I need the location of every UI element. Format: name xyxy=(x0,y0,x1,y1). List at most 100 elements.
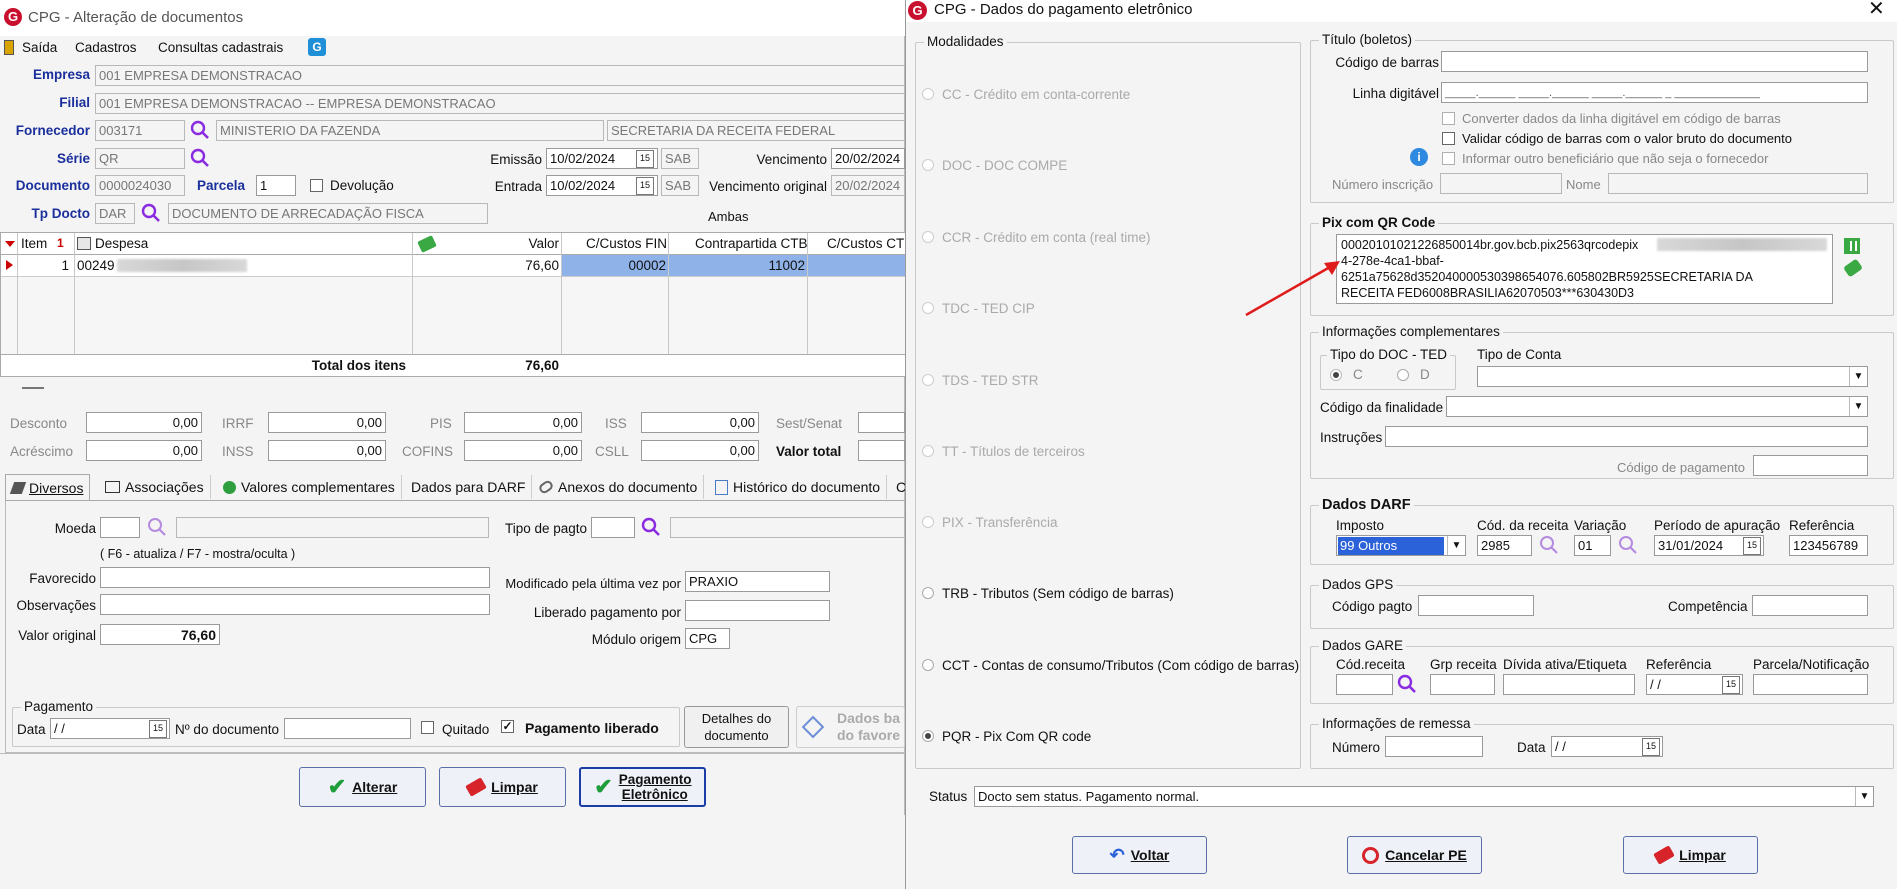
numero-inscricao-field[interactable] xyxy=(1440,173,1562,194)
help-icon[interactable]: G xyxy=(308,38,326,56)
filial-field[interactable]: 001 EMPRESA DEMONSTRACAO -- EMPRESA DEMO… xyxy=(95,93,905,114)
modalidade-radio-2[interactable] xyxy=(922,231,934,243)
modalidade-radio-0[interactable] xyxy=(922,88,934,100)
gare-search-icon[interactable] xyxy=(1396,673,1418,695)
modalidade-radio-6[interactable] xyxy=(922,516,934,528)
modalidade-radio-5[interactable] xyxy=(922,445,934,457)
grid-row-1[interactable]: 1 00249 76,60 00002 11002 xyxy=(1,255,906,276)
entrada-calendar-icon[interactable]: 15 xyxy=(636,177,654,195)
tipo-pagto-search-icon[interactable] xyxy=(640,516,662,538)
col-cc-ct[interactable]: C/Custos CT xyxy=(827,235,904,253)
menu-saida[interactable]: Saída xyxy=(22,39,57,57)
dados-bancarios-button[interactable]: Dados ba do favore xyxy=(796,706,905,748)
variacao-field[interactable]: 01 xyxy=(1574,535,1611,556)
inss-field[interactable]: 0,00 xyxy=(268,440,386,461)
devolucao-checkbox[interactable] xyxy=(310,179,323,192)
cod-receita-field[interactable]: 2985 xyxy=(1477,535,1532,556)
tipo-conta-dropdown-icon[interactable]: ▼ xyxy=(1849,367,1867,386)
acrescimo-field[interactable]: 0,00 xyxy=(86,440,202,461)
linha-digitavel-field[interactable]: _____.______ _____.______ _____.______ _… xyxy=(1441,82,1868,103)
tab-associacoes[interactable]: Associações xyxy=(99,475,211,499)
valor-original-field[interactable]: 76,60 xyxy=(100,624,220,645)
col-cc-fin[interactable]: C/Custos FIN xyxy=(586,235,667,253)
cancelar-pe-button[interactable]: Cancelar PE xyxy=(1347,836,1482,874)
gare-cod-receita-field[interactable] xyxy=(1336,674,1393,695)
converter-checkbox[interactable] xyxy=(1442,112,1455,125)
qr-code-icon[interactable] xyxy=(1844,238,1860,254)
serie-field[interactable]: QR xyxy=(95,148,185,169)
fornecedor-name2-field[interactable]: SECRETARIA DA RECEITA FEDERAL xyxy=(607,120,905,141)
desconto-field[interactable]: 0,00 xyxy=(86,412,202,433)
tpdocto-code-field[interactable]: DAR xyxy=(95,203,135,224)
finalidade-dropdown-icon[interactable]: ▼ xyxy=(1849,397,1867,416)
documento-field[interactable]: 0000024030 xyxy=(95,175,185,196)
tab-valores[interactable]: Valores complementares xyxy=(217,475,402,499)
irrf-field[interactable]: 0,00 xyxy=(268,412,386,433)
detalhes-button[interactable]: Detalhes do documento xyxy=(684,706,789,748)
gare-referencia-calendar-icon[interactable]: 15 xyxy=(1722,676,1740,694)
modalidade-radio-8[interactable] xyxy=(922,659,934,671)
csll-field[interactable]: 0,00 xyxy=(641,440,759,461)
close-icon[interactable]: ✕ xyxy=(1868,0,1885,19)
fornecedor-search-icon[interactable] xyxy=(189,119,211,141)
tab-diversos[interactable]: Diversos xyxy=(5,474,91,500)
gare-divida-field[interactable] xyxy=(1503,674,1635,695)
modalidade-radio-9[interactable] xyxy=(922,730,934,742)
voltar-button[interactable]: ↶ Voltar xyxy=(1072,836,1207,874)
venc-original-field[interactable]: 20/02/2024 xyxy=(831,175,905,196)
vencimento-field[interactable]: 20/02/2024 xyxy=(831,148,905,169)
imposto-dropdown-icon[interactable]: ▼ xyxy=(1447,536,1465,555)
pag-data-calendar-icon[interactable]: 15 xyxy=(149,720,167,738)
valor-total-field[interactable] xyxy=(858,440,905,461)
modificado-field[interactable]: PRAXIO xyxy=(685,571,830,592)
col-despesa[interactable]: Despesa xyxy=(95,235,148,253)
pix-code-field[interactable]: 00020101021226850014br.gov.bcb.pix2563qr… xyxy=(1336,234,1833,304)
referencia-field[interactable]: 123456789 xyxy=(1789,535,1868,556)
tipo-pagto-field[interactable] xyxy=(591,517,635,538)
radio-c[interactable] xyxy=(1330,369,1342,381)
informar-checkbox[interactable] xyxy=(1442,152,1455,165)
tpdocto-desc-field[interactable]: DOCUMENTO DE ARRECADAÇÃO FISCA xyxy=(168,203,488,224)
pag-liberado-checkbox[interactable]: ✓ xyxy=(501,720,514,733)
limpar-button[interactable]: Limpar xyxy=(439,767,566,807)
cod-receita-search-icon[interactable] xyxy=(1538,534,1560,556)
serie-search-icon[interactable] xyxy=(189,147,211,169)
pagamento-eletronico-button[interactable]: ✔ Pagamento Eletrônico xyxy=(579,767,706,807)
competencia-field[interactable] xyxy=(1752,595,1868,616)
iss-field[interactable]: 0,00 xyxy=(641,412,759,433)
modulo-field[interactable]: CPG xyxy=(685,628,730,649)
quitado-checkbox[interactable] xyxy=(421,721,434,734)
periodo-calendar-icon[interactable]: 15 xyxy=(1743,537,1761,555)
fornecedor-name-field[interactable]: MINISTERIO DA FAZENDA xyxy=(216,120,604,141)
favorecido-field[interactable] xyxy=(100,567,490,588)
numero-field[interactable] xyxy=(1385,736,1483,757)
nome-field[interactable] xyxy=(1608,173,1868,194)
tab-anexos[interactable]: Anexos do documento xyxy=(533,475,705,499)
fornecedor-code-field[interactable]: 003171 xyxy=(95,120,185,141)
remessa-calendar-icon[interactable]: 15 xyxy=(1642,738,1660,756)
tab-darf[interactable]: Dados para DARF xyxy=(405,475,533,499)
pis-field[interactable]: 0,00 xyxy=(464,412,582,433)
finalidade-select[interactable]: ▼ xyxy=(1446,396,1868,417)
cofins-field[interactable]: 0,00 xyxy=(464,440,582,461)
tipo-conta-select[interactable]: ▼ xyxy=(1477,366,1868,387)
col-contrapartida[interactable]: Contrapartida CTB xyxy=(695,235,808,253)
dialog-limpar-button[interactable]: Limpar xyxy=(1623,836,1758,874)
gare-grp-field[interactable] xyxy=(1430,674,1495,695)
emissao-calendar-icon[interactable]: 15 xyxy=(636,150,654,168)
splitter-handle[interactable] xyxy=(22,387,44,389)
gare-parcela-field[interactable] xyxy=(1753,674,1868,695)
alterar-button[interactable]: ✔ Alterar xyxy=(299,767,426,807)
sest-field[interactable] xyxy=(858,412,905,433)
moeda-search-icon[interactable] xyxy=(146,516,168,538)
instrucoes-field[interactable] xyxy=(1385,426,1868,447)
info-icon[interactable]: i xyxy=(1410,148,1428,166)
menu-cadastros[interactable]: Cadastros xyxy=(75,39,137,57)
modalidade-radio-7[interactable] xyxy=(922,587,934,599)
empresa-field[interactable]: 001 EMPRESA DEMONSTRACAO xyxy=(95,65,905,86)
modalidade-radio-4[interactable] xyxy=(922,374,934,386)
modalidade-radio-3[interactable] xyxy=(922,302,934,314)
codigo-pagto-field[interactable] xyxy=(1418,595,1534,616)
col-item[interactable]: Item xyxy=(21,235,47,253)
moeda-field[interactable] xyxy=(100,517,140,538)
